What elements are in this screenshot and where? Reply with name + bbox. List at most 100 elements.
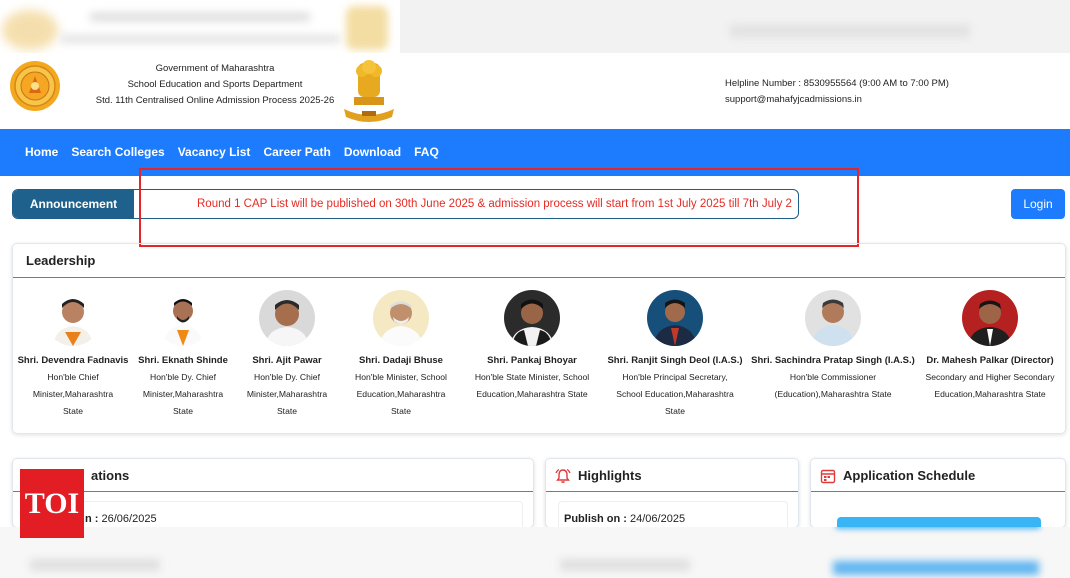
leader-name: Shri. Eknath Shinde	[138, 355, 228, 366]
leader-role-line: State	[390, 406, 412, 416]
blurred-bottom-strip	[0, 527, 1070, 578]
card-divider	[13, 491, 533, 492]
leader-role-line: State	[62, 406, 84, 416]
blurred-button	[836, 527, 1040, 529]
national-emblem-icon	[344, 60, 394, 122]
blurred-text	[90, 12, 310, 22]
leader-role: Secondary and Higher Secondary Education…	[915, 369, 1065, 403]
leader-role-line: Minister,Maharashtra	[246, 389, 328, 399]
alarm-bell-icon	[555, 468, 571, 483]
leader-role: Hon'ble Commissioner (Education),Maharas…	[749, 369, 917, 403]
leader-role-line: Hon'ble State Minister, School	[474, 372, 590, 382]
header-line-3: Std. 11th Centralised Online Admission P…	[95, 95, 335, 106]
leader-role-line: Hon'ble Dy. Chief	[254, 372, 320, 382]
toi-watermark-logo: TOI	[20, 469, 84, 538]
blurred-button	[833, 561, 1039, 575]
highlights-card: Highlights Publish on : 24/06/2025	[545, 458, 799, 528]
blurred-text	[30, 559, 160, 571]
leader-role-line: Hon'ble Chief	[47, 372, 99, 382]
leader-role: Hon'ble State Minister, School Education…	[465, 369, 599, 403]
schedule-title: Application Schedule	[843, 468, 976, 483]
leader-role-line: Education,Maharashtra State	[476, 389, 588, 399]
header-title-block: Government of Maharashtra School Educati…	[60, 61, 370, 109]
leader-role-line: Hon'ble Commissioner	[789, 372, 877, 382]
leader-photo-avatar	[504, 290, 560, 346]
leader-photo-avatar	[259, 290, 315, 346]
leader-photo-avatar	[373, 290, 429, 346]
leader-card: Shri. Devendra Fadnavis Hon'ble Chief Mi…	[11, 290, 135, 420]
publish-info: Publish on : 24/06/2025	[564, 513, 685, 525]
leader-card: Dr. Mahesh Palkar (Director) Secondary a…	[915, 290, 1065, 403]
leader-card: Shri. Eknath Shinde Hon'ble Dy. Chief Mi…	[131, 290, 235, 420]
nav-faq[interactable]: FAQ	[414, 145, 439, 159]
leader-role-line: State	[172, 406, 194, 416]
card-divider	[811, 491, 1065, 492]
leader-card: Shri. Dadaji Bhuse Hon'ble Minister, Sch…	[343, 290, 459, 420]
blurred-top-strip	[0, 0, 1070, 53]
maharashtra-seal-logo	[10, 61, 60, 111]
nav-career-path[interactable]: Career Path	[263, 145, 330, 159]
leader-name: Shri. Sachindra Pratap Singh (I.A.S.)	[751, 355, 915, 366]
leader-role: Hon'ble Minister, School Education,Mahar…	[343, 369, 459, 420]
calendar-icon	[820, 469, 836, 484]
leader-role-line: State	[276, 406, 298, 416]
leadership-title: Leadership	[26, 253, 96, 268]
publish-date: 26/06/2025	[101, 513, 157, 525]
notifications-card: ations n : 26/06/2025	[12, 458, 534, 528]
leader-role-line: Education,Maharashtra	[356, 389, 446, 399]
leader-photo-avatar	[647, 290, 703, 346]
leader-card: Shri. Ajit Pawar Hon'ble Dy. Chief Minis…	[239, 290, 335, 420]
blurred-logo	[2, 10, 58, 50]
leader-photo-avatar	[805, 290, 861, 346]
leader-name: Shri. Devendra Fadnavis	[17, 355, 129, 366]
leadership-divider	[13, 277, 1065, 278]
leader-card: Shri. Pankaj Bhoyar Hon'ble State Minist…	[465, 290, 599, 403]
publish-info: n : 26/06/2025	[85, 513, 157, 525]
leader-role-line: Hon'ble Dy. Chief	[150, 372, 216, 382]
nav-home[interactable]: Home	[25, 145, 58, 159]
leader-role-line: (Education),Maharashtra State	[774, 389, 892, 399]
leader-role-line: Hon'ble Principal Secretary,	[622, 372, 728, 382]
nav-download[interactable]: Download	[344, 145, 401, 159]
blurred-text	[60, 34, 340, 44]
blurred-text	[730, 24, 970, 38]
announcement-label[interactable]: Announcement	[13, 190, 134, 218]
publish-label: Publish on :	[564, 513, 627, 525]
leader-role: Hon'ble Principal Secretary, School Educ…	[605, 369, 745, 420]
leader-role: Hon'ble Dy. Chief Minister,Maharashtra S…	[239, 369, 335, 420]
leader-photo-avatar	[45, 290, 101, 346]
support-email[interactable]: support@mahafyjcadmissions.in	[725, 92, 949, 108]
header-line-1: Government of Maharashtra	[155, 63, 275, 74]
leader-role: Hon'ble Dy. Chief Minister,Maharashtra S…	[131, 369, 235, 420]
leader-name: Shri. Pankaj Bhoyar	[487, 355, 577, 366]
leader-role-line: Minister,Maharashtra	[32, 389, 114, 399]
notifications-title: ations	[91, 468, 130, 483]
header-line-2: School Education and Sports Department	[127, 79, 303, 90]
helpline-number: Helpline Number : 8530955564 (9:00 AM to…	[725, 78, 949, 89]
leader-card: Shri. Sachindra Pratap Singh (I.A.S.) Ho…	[749, 290, 917, 403]
highlights-title: Highlights	[578, 468, 642, 483]
blurred-emblem	[346, 6, 388, 50]
nav-vacancy-list[interactable]: Vacancy List	[178, 145, 251, 159]
leader-name: Shri. Dadaji Bhuse	[359, 355, 443, 366]
login-button[interactable]: Login	[1011, 189, 1065, 219]
publish-label: n :	[85, 513, 99, 525]
leader-name: Dr. Mahesh Palkar (Director)	[926, 355, 1054, 366]
nav-search-colleges[interactable]: Search Colleges	[71, 145, 164, 159]
leader-role-line: State	[664, 406, 686, 416]
helpline-info: Helpline Number : 8530955564 (9:00 AM to…	[725, 76, 949, 108]
leader-name: Shri. Ranjit Singh Deol (I.A.S.)	[607, 355, 743, 366]
site-header: Government of Maharashtra School Educati…	[0, 53, 1070, 129]
leader-card: Shri. Ranjit Singh Deol (I.A.S.) Hon'ble…	[605, 290, 745, 420]
nav-links: Home Search Colleges Vacancy List Career…	[25, 145, 439, 159]
leader-role: Hon'ble Chief Minister,Maharashtra State	[11, 369, 135, 420]
leadership-card: Leadership Shri. Devendra Fadnavis Hon'b…	[12, 243, 1066, 434]
leader-role-line: Hon'ble Minister, School	[355, 372, 447, 382]
leader-name: Shri. Ajit Pawar	[252, 355, 322, 366]
leader-role-line: Minister,Maharashtra	[142, 389, 224, 399]
publish-date: 24/06/2025	[630, 513, 686, 525]
leader-photo-avatar	[962, 290, 1018, 346]
leader-role-line: Secondary and Higher Secondary	[925, 372, 1055, 382]
leader-role-line: School Education,Maharashtra	[616, 389, 734, 399]
highlight-annotation-box	[139, 168, 859, 247]
